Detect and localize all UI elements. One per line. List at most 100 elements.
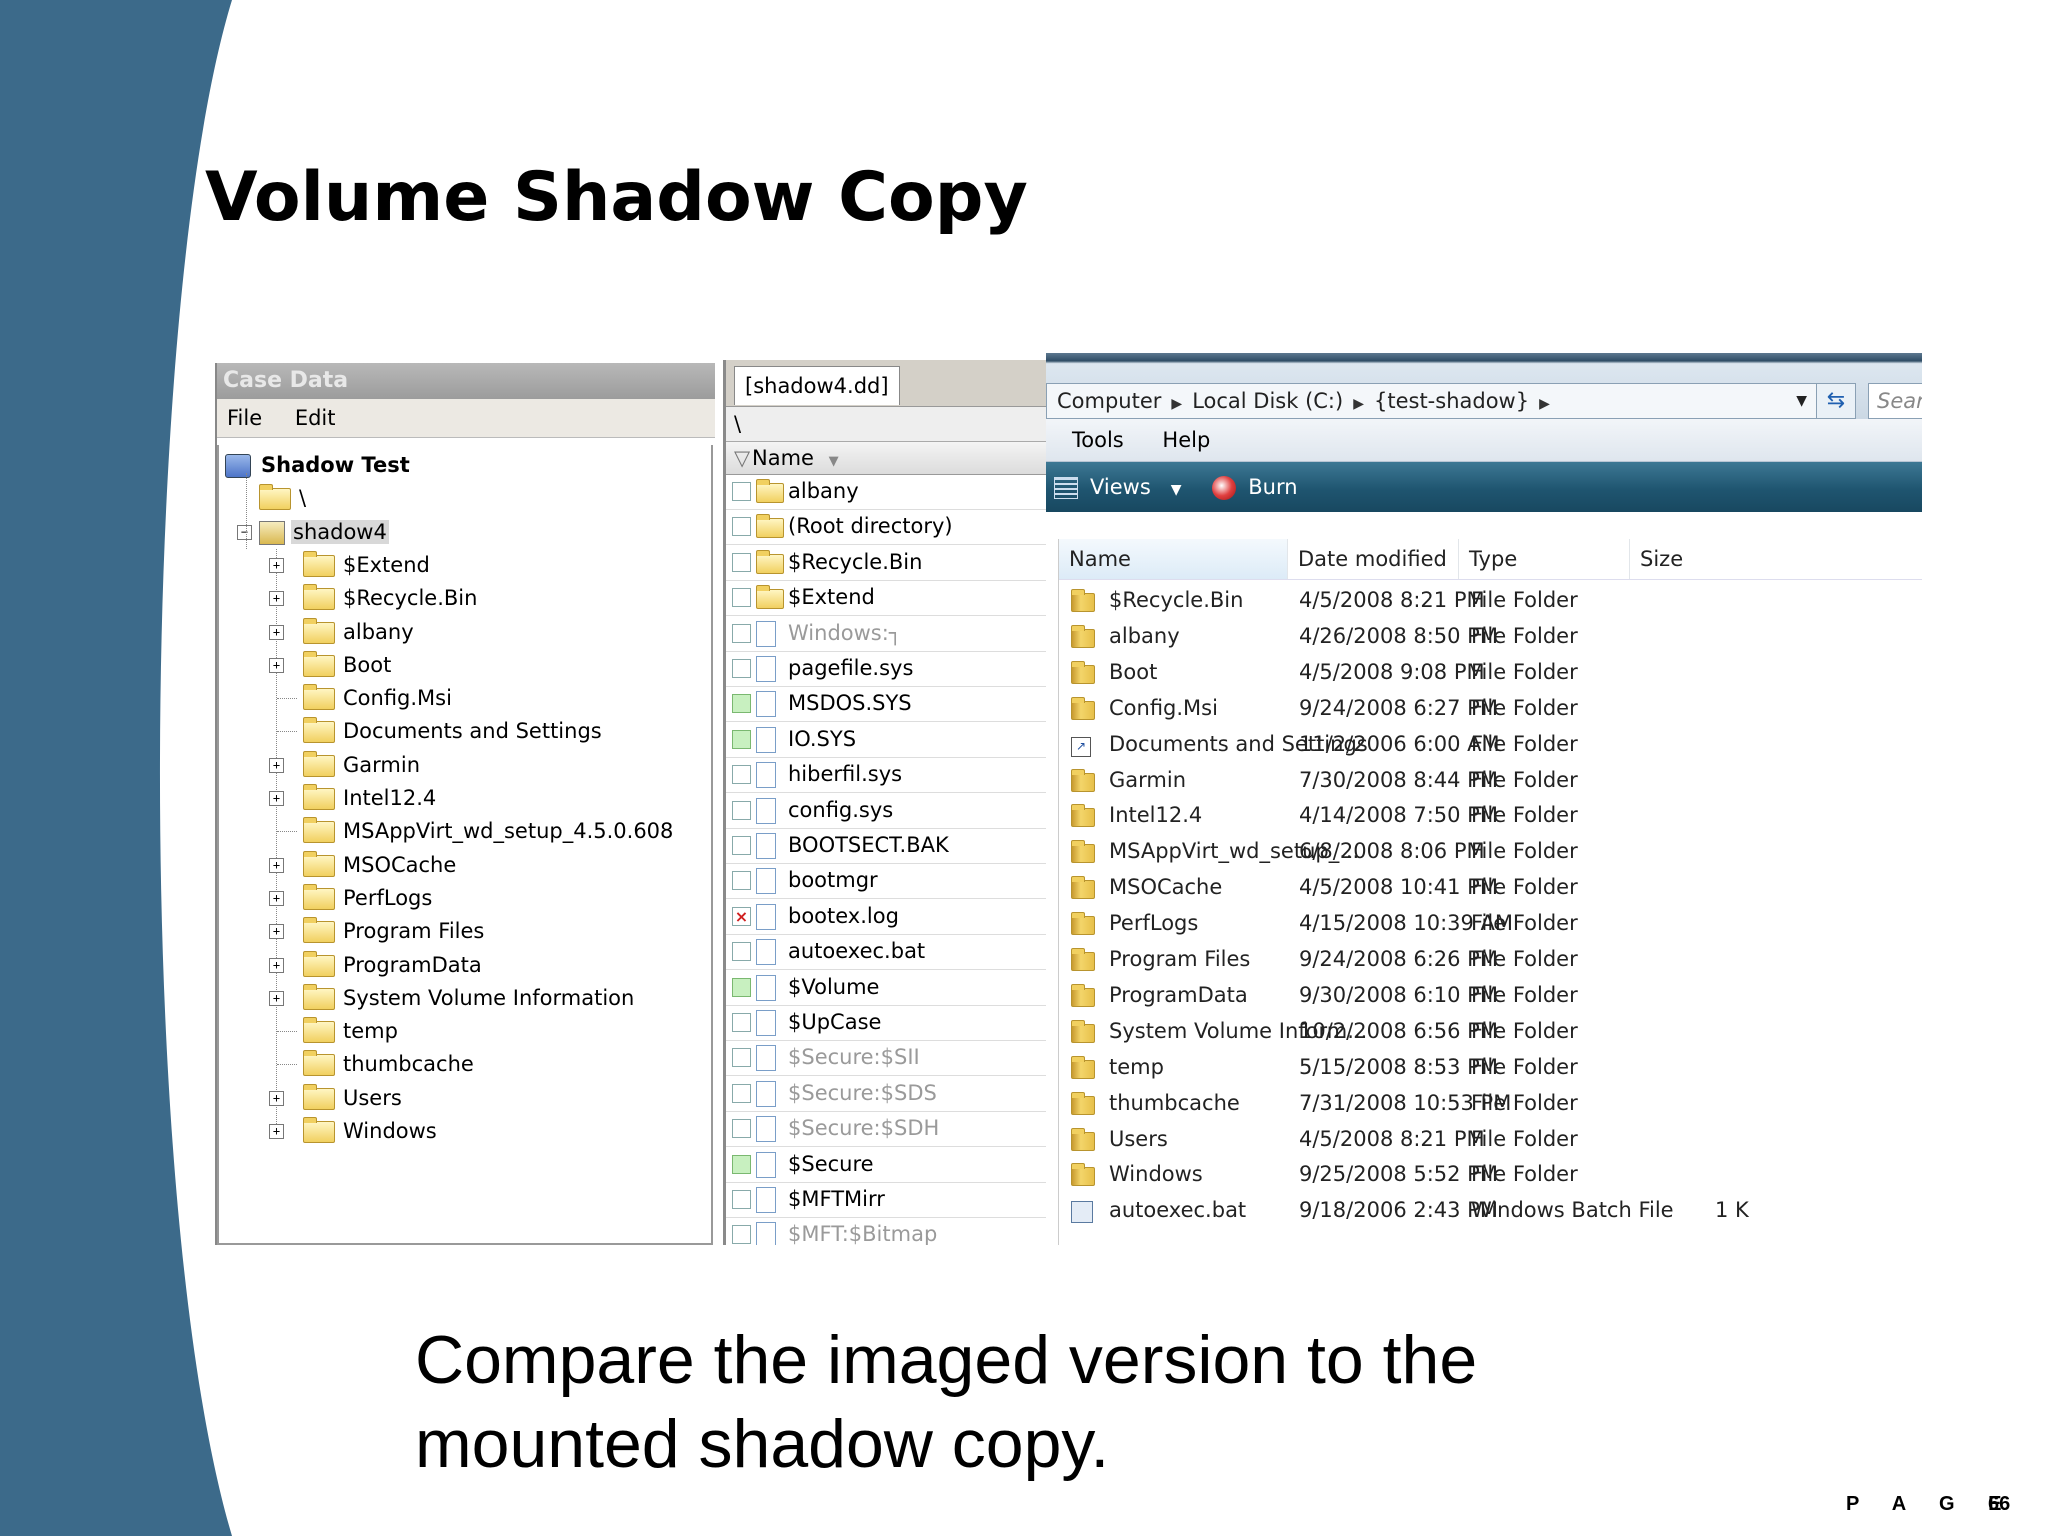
breadcrumb-local-disk[interactable]: Local Disk (C:): [1192, 389, 1343, 413]
column-name[interactable]: Name: [1059, 539, 1288, 579]
tree-item[interactable]: + MSOCache: [269, 849, 456, 881]
tree-item[interactable]: thumbcache: [277, 1048, 474, 1080]
column-size[interactable]: Size: [1630, 539, 1760, 579]
tree-item[interactable]: temp: [277, 1015, 398, 1047]
list-item[interactable]: $Secure: [726, 1147, 1046, 1183]
checkbox[interactable]: [732, 588, 751, 608]
checkbox[interactable]: [732, 836, 751, 855]
expand-icon[interactable]: +: [269, 890, 284, 906]
menu-help[interactable]: Help: [1162, 428, 1210, 452]
table-row[interactable]: MSOCache 4/5/2008 10:41 PM File Folder: [1059, 870, 1922, 906]
list-item[interactable]: $Extend: [726, 580, 1046, 617]
column-date-modified[interactable]: Date modified: [1288, 539, 1459, 579]
expand-icon[interactable]: +: [269, 857, 284, 873]
breadcrumb[interactable]: Computer ▶ Local Disk (C:) ▶ {test-shadow} ▶ …: [1046, 383, 1820, 419]
expand-icon[interactable]: +: [269, 1090, 284, 1106]
expand-icon[interactable]: +: [269, 657, 284, 673]
breadcrumb-test-shadow[interactable]: {test-shadow}: [1374, 389, 1529, 413]
dropdown-arrow-icon[interactable]: ▼: [1796, 384, 1807, 418]
collapse-icon[interactable]: −: [237, 524, 252, 540]
expand-icon[interactable]: +: [269, 624, 284, 640]
expand-icon[interactable]: +: [269, 924, 284, 940]
tree-item-shadow4[interactable]: − shadow4: [237, 516, 389, 548]
tree-item[interactable]: + $Extend: [269, 549, 430, 581]
views-button[interactable]: Views ▼: [1054, 475, 1206, 499]
tree-item-root-dir[interactable]: \: [259, 482, 306, 514]
list-item[interactable]: Windows:┐: [726, 616, 1046, 652]
table-row[interactable]: temp 5/15/2008 8:53 PM File Folder: [1059, 1050, 1922, 1086]
chevron-right-icon[interactable]: ▶: [1171, 396, 1182, 412]
column-name[interactable]: Name: [752, 446, 814, 470]
tab-shadow4-dd[interactable]: [shadow4.dd]: [734, 366, 900, 405]
checkbox[interactable]: [732, 729, 751, 749]
expand-icon[interactable]: +: [269, 990, 284, 1006]
list-item[interactable]: BOOTSECT.BAK: [726, 828, 1046, 864]
checkbox[interactable]: [732, 623, 751, 643]
list-item[interactable]: $Volume: [726, 970, 1046, 1006]
expand-icon[interactable]: +: [269, 557, 284, 573]
chevron-right-icon[interactable]: ▶: [1353, 396, 1364, 412]
tree-item[interactable]: + Intel12.4: [269, 782, 436, 814]
tree-item[interactable]: + ProgramData: [269, 949, 482, 981]
checkbox[interactable]: [732, 1013, 751, 1032]
table-row[interactable]: Users 4/5/2008 8:21 PM File Folder: [1059, 1122, 1922, 1158]
menu-tools[interactable]: Tools: [1072, 428, 1124, 452]
table-row[interactable]: MSAppVirt_wd_setup_... 6/8/2008 8:06 PM Fi…: [1059, 834, 1922, 870]
checkbox[interactable]: [732, 800, 751, 820]
tree-item[interactable]: Config.Msi: [277, 682, 452, 714]
checkbox[interactable]: [732, 942, 751, 962]
table-row[interactable]: $Recycle.Bin 4/5/2008 8:21 PM File Folder: [1059, 583, 1922, 619]
list-item[interactable]: $Secure:$SDH: [726, 1111, 1046, 1148]
tree-root[interactable]: Shadow Test: [225, 449, 410, 481]
refresh-icon[interactable]: ⇆: [1816, 383, 1856, 419]
checkbox[interactable]: [732, 1225, 751, 1245]
tree-item[interactable]: + $Recycle.Bin: [269, 582, 477, 614]
chevron-right-icon[interactable]: ▶: [1539, 396, 1550, 412]
table-row[interactable]: PerfLogs 4/15/2008 10:39 AM File Folder: [1059, 906, 1922, 942]
checkbox[interactable]: [732, 517, 751, 537]
tree-item[interactable]: Documents and Settings: [277, 715, 602, 747]
list-item[interactable]: IO.SYS: [726, 722, 1046, 758]
tree-item[interactable]: MSAppVirt_wd_setup_4.5.0.608: [277, 815, 673, 847]
menu-file[interactable]: File: [227, 406, 262, 430]
checkbox[interactable]: [732, 659, 751, 678]
tree-item[interactable]: + PerfLogs: [269, 882, 432, 914]
checkbox[interactable]: [732, 765, 751, 785]
expand-icon[interactable]: +: [269, 757, 284, 773]
breadcrumb-computer[interactable]: Computer: [1057, 389, 1161, 413]
table-row[interactable]: Windows 9/25/2008 5:52 PM File Folder: [1059, 1157, 1922, 1193]
tree-item[interactable]: + Windows: [269, 1115, 437, 1147]
expand-icon[interactable]: +: [269, 791, 284, 806]
table-row[interactable]: ProgramData 9/30/2008 6:10 PM File Folder: [1059, 978, 1922, 1014]
list-item[interactable]: × bootex.log: [726, 899, 1046, 935]
table-row[interactable]: Garmin 7/30/2008 8:44 PM File Folder: [1059, 763, 1922, 799]
list-column-header[interactable]: ▽ Name ▼: [726, 442, 1046, 475]
burn-button[interactable]: Burn: [1212, 475, 1298, 500]
table-row[interactable]: Config.Msi 9/24/2008 6:27 PM File Folder: [1059, 691, 1922, 727]
expand-icon[interactable]: +: [269, 957, 284, 973]
menu-edit[interactable]: Edit: [295, 406, 336, 430]
list-item[interactable]: pagefile.sys: [726, 651, 1046, 687]
table-row[interactable]: albany 4/26/2008 8:50 PM File Folder: [1059, 619, 1922, 655]
checkbox[interactable]: [732, 694, 751, 714]
list-item[interactable]: config.sys: [726, 793, 1046, 829]
list-item[interactable]: $UpCase: [726, 1005, 1046, 1041]
search-input[interactable]: Sear: [1868, 383, 1922, 419]
table-row[interactable]: ↗ Documents and Settings 11/2/2006 6:00 AM…: [1059, 727, 1922, 763]
checkbox[interactable]: ×: [732, 906, 751, 926]
list-item[interactable]: bootmgr: [726, 863, 1046, 900]
list-item[interactable]: $MFT:$Bitmap: [726, 1217, 1046, 1245]
list-item[interactable]: MSDOS.SYS: [726, 686, 1046, 723]
table-row[interactable]: autoexec.bat 9/18/2006 2:43 PM Windows Bat…: [1059, 1193, 1922, 1229]
checkbox[interactable]: [732, 1048, 751, 1068]
list-item[interactable]: $Secure:$SII: [726, 1040, 1046, 1077]
tree-item[interactable]: + Program Files: [269, 915, 484, 947]
table-row[interactable]: Boot 4/5/2008 9:08 PM File Folder: [1059, 655, 1922, 691]
table-row[interactable]: thumbcache 7/31/2008 10:53 PM File Folder: [1059, 1086, 1922, 1122]
column-type[interactable]: Type: [1459, 539, 1630, 579]
tree-item[interactable]: + Garmin: [269, 749, 420, 781]
checkbox[interactable]: [732, 482, 751, 501]
table-row[interactable]: Intel12.4 4/14/2008 7:50 PM File Folder: [1059, 798, 1922, 834]
list-item[interactable]: $MFTMirr: [726, 1182, 1046, 1218]
list-item[interactable]: autoexec.bat: [726, 934, 1046, 971]
